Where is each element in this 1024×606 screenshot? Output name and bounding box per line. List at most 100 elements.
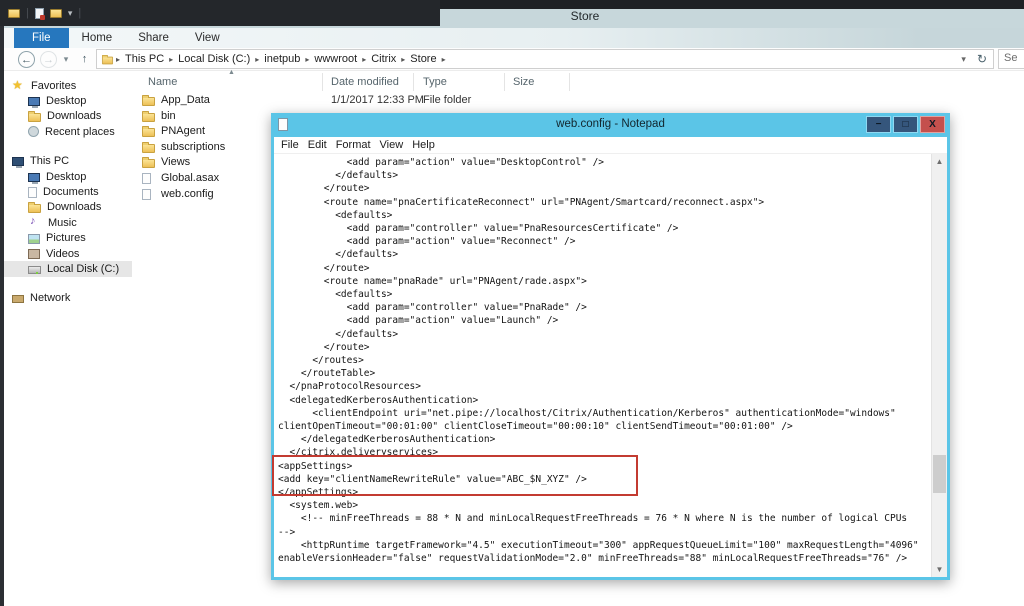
address-bar-row: ← → ▾ ↑ ▸This PC▸Local Disk (C:)▸inetpub… xyxy=(4,48,1024,71)
column-header-type[interactable]: Type xyxy=(423,76,447,88)
sidebar-item-local-disk-c[interactable]: Local Disk (C:) xyxy=(4,261,132,276)
sidebar-group-network: Network xyxy=(4,291,132,306)
breadcrumb-separator-icon: ▸ xyxy=(399,55,407,64)
notepad-client-area: FileEditFormatViewHelp <add param="actio… xyxy=(274,137,947,577)
sidebar-item-downloads[interactable]: Downloads xyxy=(4,200,132,215)
address-box[interactable]: ▸This PC▸Local Disk (C:)▸inetpub▸wwwroot… xyxy=(96,49,994,69)
sidebar-item-downloads[interactable]: Downloads xyxy=(4,109,132,124)
address-dropdown-icon[interactable]: ▾ xyxy=(956,54,971,65)
explorer-app-icon xyxy=(8,9,20,18)
sidebar-group-header-network[interactable]: Network xyxy=(4,291,132,306)
column-divider[interactable] xyxy=(322,73,323,91)
notepad-content[interactable]: <add param="action" value="DesktopContro… xyxy=(274,154,947,565)
explorer-titlebar: | ▾ | Store xyxy=(0,0,1024,28)
file-icon xyxy=(142,189,151,200)
folder-icon xyxy=(142,159,155,168)
breadcrumb-item-this-pc[interactable]: This PC xyxy=(122,53,167,65)
file-name: Global.asax xyxy=(161,172,219,184)
sidebar-group-header-this-pc[interactable]: This PC xyxy=(4,154,132,169)
sidebar-group-favorites: FavoritesDesktopDownloadsRecent places xyxy=(4,78,132,140)
column-divider[interactable] xyxy=(413,73,414,91)
column-header-size[interactable]: Size xyxy=(513,76,534,88)
folder-icon xyxy=(142,128,155,137)
sidebar: FavoritesDesktopDownloadsRecent placesTh… xyxy=(4,78,132,320)
breadcrumb-item-wwwroot[interactable]: wwwroot xyxy=(311,53,360,65)
notepad-titlebar[interactable]: web.config - Notepad − □ X xyxy=(271,113,950,137)
maximize-button[interactable]: □ xyxy=(893,116,918,133)
sidebar-item-recent-places[interactable]: Recent places xyxy=(4,124,132,139)
minimize-button[interactable]: − xyxy=(866,116,891,133)
notepad-menu-help[interactable]: Help xyxy=(412,139,442,151)
column-header-date-modified[interactable]: Date modified xyxy=(331,76,399,88)
highlight-box xyxy=(272,455,638,496)
notepad-window: web.config - Notepad − □ X FileEditForma… xyxy=(271,113,950,580)
ribbon-tab-file[interactable]: File xyxy=(14,28,69,48)
sidebar-item-label: Documents xyxy=(43,186,99,198)
scroll-up-icon[interactable]: ▲ xyxy=(932,154,947,169)
sidebar-group-header-favorites[interactable]: Favorites xyxy=(4,78,132,93)
column-header-name[interactable]: Name xyxy=(148,76,177,88)
breadcrumb-separator-icon: ▸ xyxy=(303,55,311,64)
search-input[interactable]: Se xyxy=(998,49,1024,69)
notepad-menu-format[interactable]: Format xyxy=(336,139,378,151)
folder-icon xyxy=(142,113,155,122)
sidebar-item-music[interactable]: Music xyxy=(4,215,132,230)
file-date-modified: 1/1/2017 12:33 PM xyxy=(331,94,424,106)
file-name: subscriptions xyxy=(161,141,225,153)
scroll-down-icon[interactable]: ▼ xyxy=(932,562,947,577)
downloads-icon xyxy=(28,113,41,122)
ribbon-tab-view[interactable]: View xyxy=(182,28,233,48)
recent-locations-dropdown-icon[interactable]: ▾ xyxy=(59,51,73,68)
sidebar-group-this-pc: This PC Desktop Documents DownloadsMusicPic… xyxy=(4,154,132,277)
sidebar-item-videos[interactable]: Videos xyxy=(4,246,132,261)
sidebar-item-desktop[interactable]: Desktop xyxy=(4,93,132,108)
notepad-menu-view[interactable]: View xyxy=(380,139,411,151)
vertical-scrollbar[interactable]: ▲ ▼ xyxy=(931,154,947,577)
chevron-down-icon[interactable]: ▾ xyxy=(68,8,73,19)
column-divider[interactable] xyxy=(569,73,570,91)
sidebar-group-label: This PC xyxy=(30,155,69,167)
forward-button[interactable]: → xyxy=(40,51,57,68)
properties-icon[interactable] xyxy=(35,8,44,19)
notepad-menu-file[interactable]: File xyxy=(281,139,306,151)
documents-icon xyxy=(28,187,37,198)
file-name: Views xyxy=(161,156,190,168)
sidebar-item-pictures[interactable]: Pictures xyxy=(4,231,132,246)
ribbon-tab-home[interactable]: Home xyxy=(69,28,126,48)
network-icon xyxy=(12,295,24,303)
sidebar-item-desktop[interactable]: Desktop xyxy=(4,169,132,184)
back-button[interactable]: ← xyxy=(18,51,35,68)
sidebar-item-documents[interactable]: Documents xyxy=(4,184,132,199)
recent-icon xyxy=(28,126,39,137)
notepad-menu-edit[interactable]: Edit xyxy=(308,139,334,151)
breadcrumb-item-store[interactable]: Store xyxy=(407,53,439,65)
breadcrumb-separator-icon: ▸ xyxy=(440,55,448,64)
notepad-menubar: FileEditFormatViewHelp xyxy=(274,137,947,154)
sidebar-item-label: Desktop xyxy=(46,171,86,183)
sort-ascending-icon: ▲ xyxy=(228,69,235,76)
window-title: Store xyxy=(571,9,600,23)
file-row-app-data[interactable]: App_Data1/1/2017 12:33 PMFile folder xyxy=(136,93,736,109)
refresh-icon[interactable]: ↻ xyxy=(971,52,993,66)
sidebar-group-label: Favorites xyxy=(31,80,76,92)
breadcrumb-item-citrix[interactable]: Citrix xyxy=(368,53,399,65)
column-header-row: Name ▲ Date modified Type Size xyxy=(136,72,736,92)
breadcrumb-item-local-disk-c[interactable]: Local Disk (C:) xyxy=(175,53,253,65)
separator: | xyxy=(26,7,29,19)
new-folder-icon[interactable] xyxy=(50,9,62,18)
close-button[interactable]: X xyxy=(920,116,945,133)
folder-icon xyxy=(142,144,155,153)
breadcrumb-item-inetpub[interactable]: inetpub xyxy=(261,53,303,65)
ribbon-tab-share[interactable]: Share xyxy=(125,28,182,48)
up-button[interactable]: ↑ xyxy=(76,51,93,68)
desktop-icon xyxy=(28,97,40,106)
downloads-icon xyxy=(28,204,41,213)
star-icon xyxy=(12,80,25,92)
file-name: App_Data xyxy=(161,94,210,106)
desktop-icon xyxy=(28,173,40,182)
notepad-text-area: <add param="action" value="DesktopContro… xyxy=(274,154,947,577)
column-divider[interactable] xyxy=(504,73,505,91)
file-icon xyxy=(142,173,151,184)
scrollbar-thumb[interactable] xyxy=(933,455,946,493)
notepad-app-icon xyxy=(278,118,288,131)
